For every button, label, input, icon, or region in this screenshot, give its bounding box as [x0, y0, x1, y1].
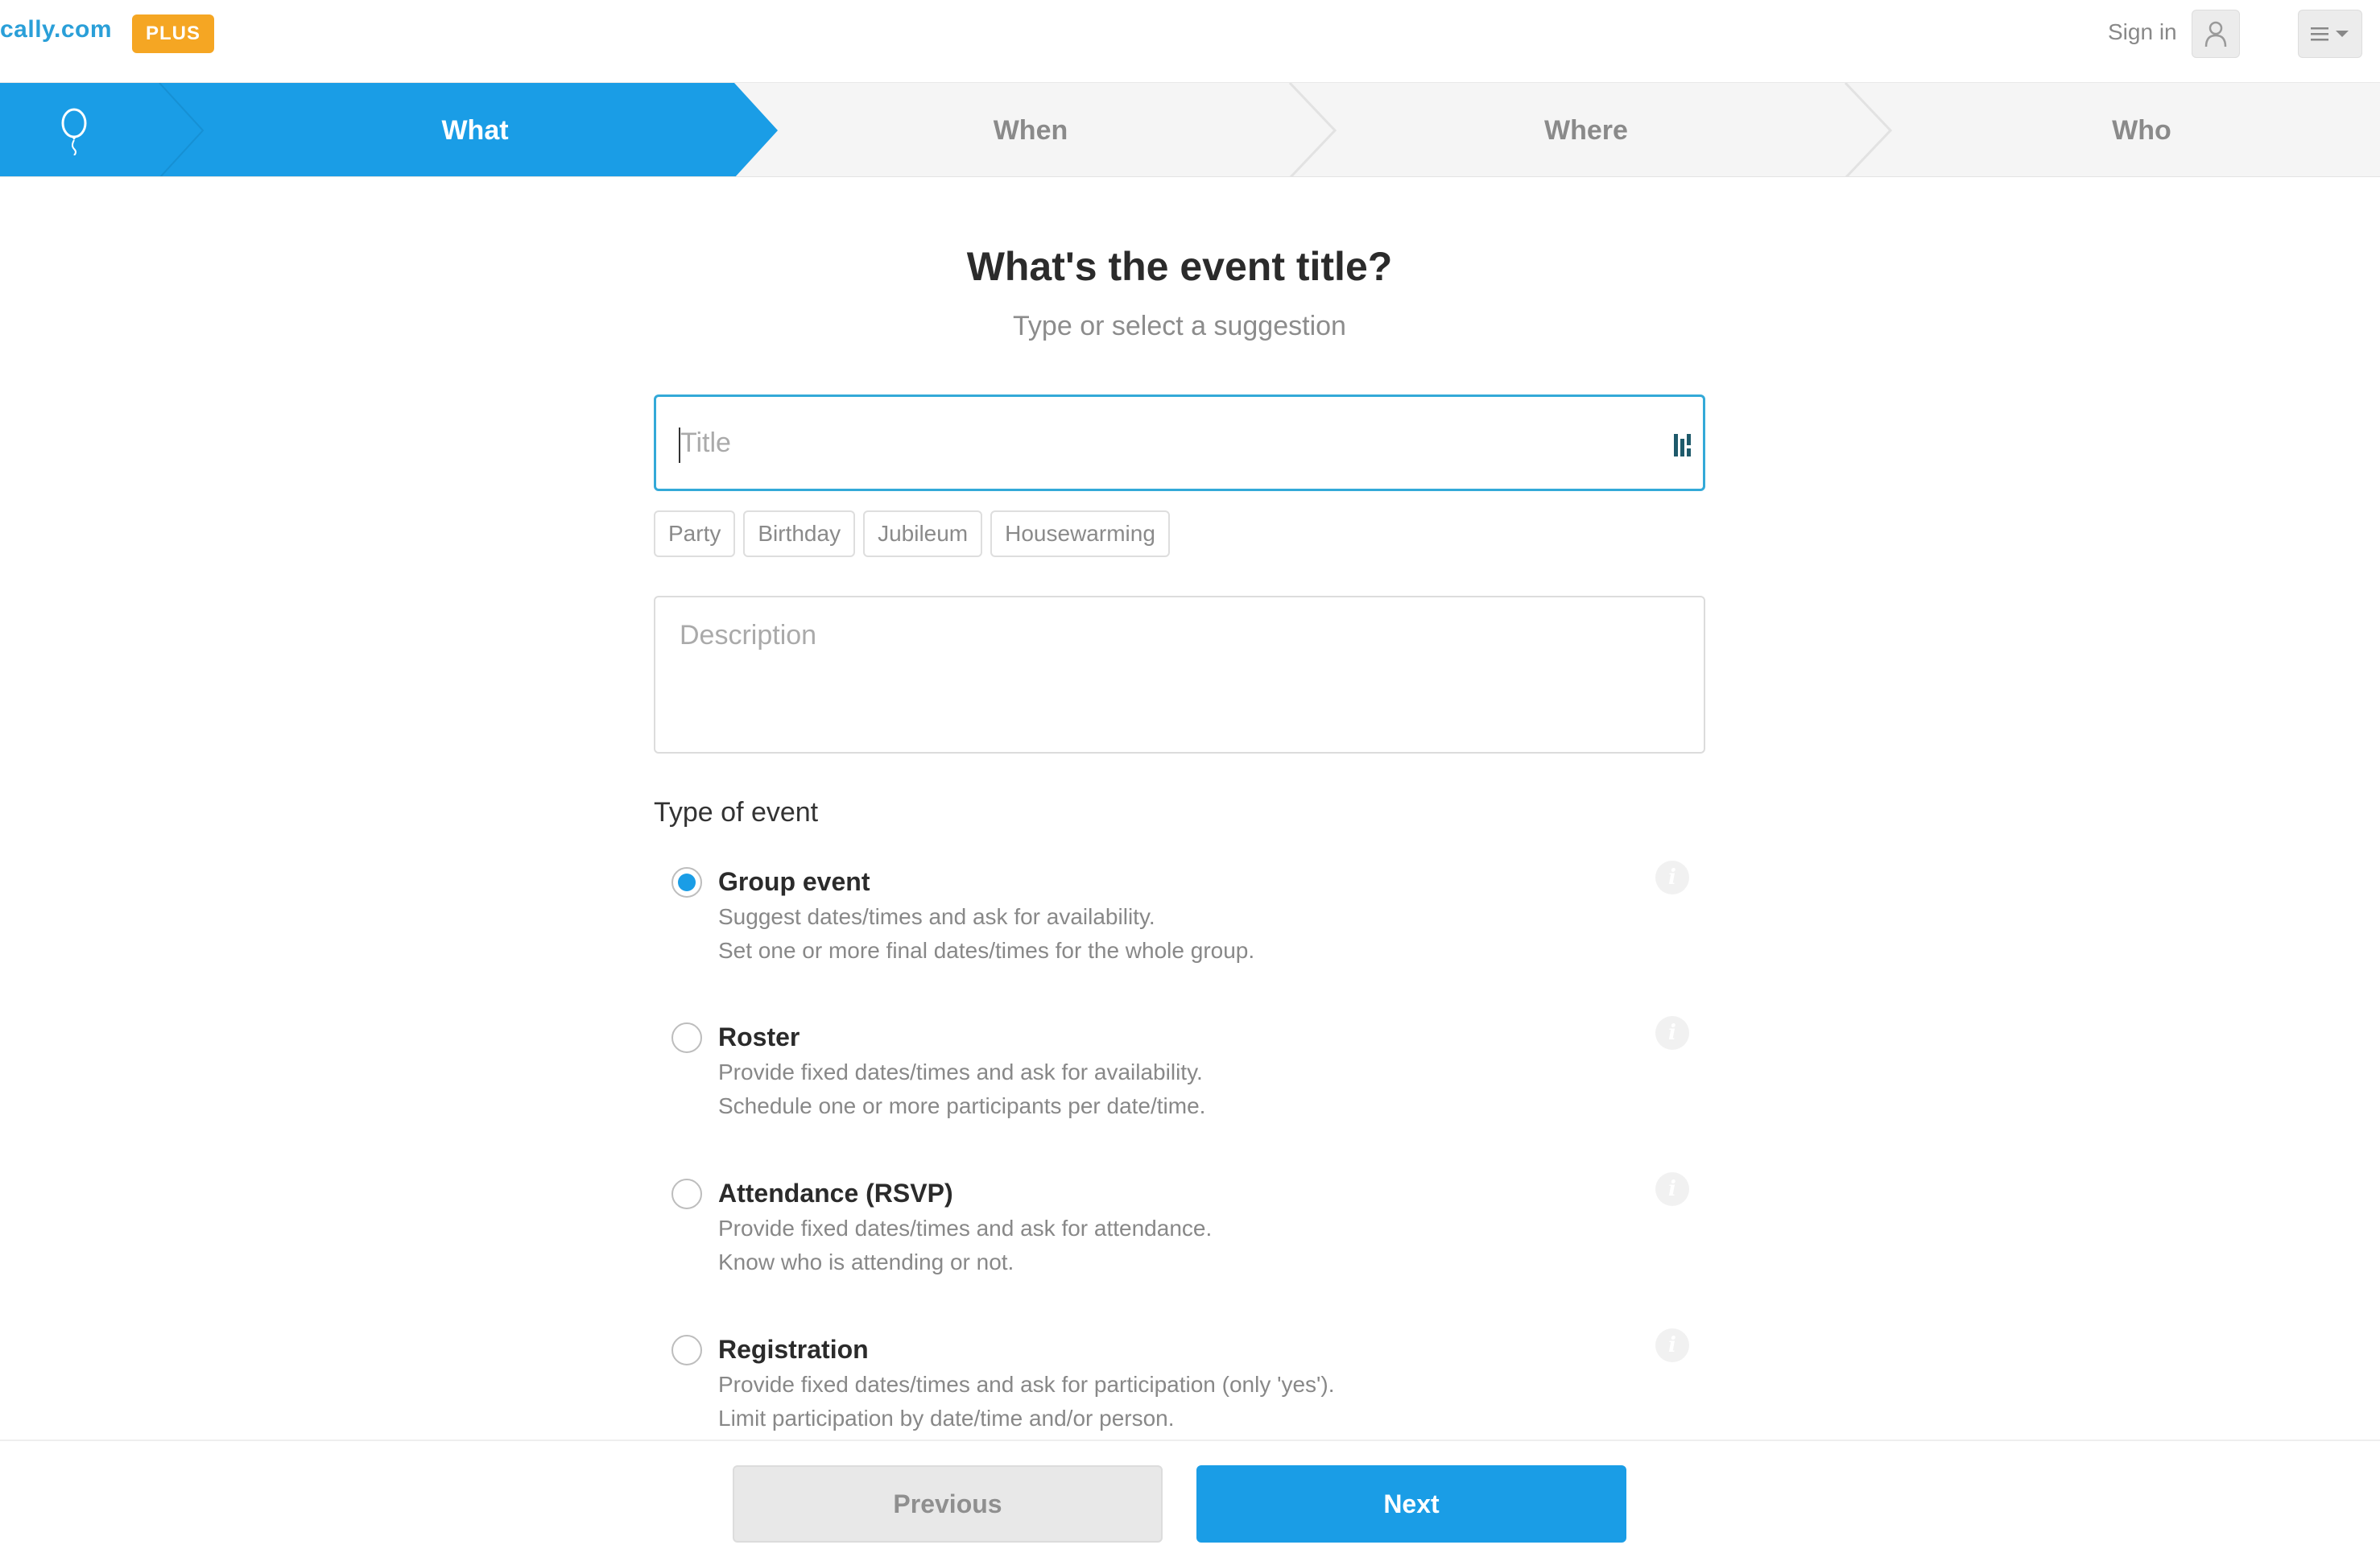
balloon-icon[interactable]	[56, 107, 92, 155]
title-placeholder: Title	[680, 428, 731, 458]
step-where-label: Where	[1544, 114, 1628, 146]
footer-nav: Previous Next	[0, 1440, 2380, 1549]
hamburger-icon	[2311, 27, 2328, 41]
radio-roster[interactable]	[671, 1022, 702, 1053]
option-description-line: Suggest dates/times and ask for availabi…	[718, 904, 1155, 929]
event-type-option-attendance[interactable]: Attendance (RSVP) Provide fixed dates/ti…	[654, 1172, 1705, 1316]
suggestion-chip-jubileum[interactable]: Jubileum	[863, 510, 983, 557]
step-separator	[159, 83, 205, 176]
radio-registration[interactable]	[671, 1335, 702, 1365]
suggestion-chip-party[interactable]: Party	[654, 510, 736, 557]
info-icon[interactable]: i	[1655, 1328, 1689, 1362]
page-title: What's the event title?	[966, 244, 1393, 289]
account-button[interactable]	[2192, 10, 2240, 58]
menu-button[interactable]	[2298, 10, 2362, 58]
option-description-line: Set one or more final dates/times for th…	[718, 938, 1255, 963]
step-who[interactable]: Who	[1900, 83, 2380, 176]
plus-badge[interactable]: PLUS	[132, 14, 214, 53]
option-description-line: Provide fixed dates/times and ask for pa…	[718, 1372, 1335, 1397]
brand-logo-text[interactable]: cally.com	[0, 16, 112, 43]
step-where[interactable]: Where	[1345, 83, 1828, 176]
step-what[interactable]: What	[233, 83, 717, 176]
radio-attendance[interactable]	[671, 1179, 702, 1209]
option-title[interactable]: Registration	[718, 1335, 869, 1365]
step-who-label: Who	[2112, 114, 2171, 146]
suggestion-chips: Party Birthday Jubileum Housewarming	[654, 510, 1170, 557]
next-button[interactable]: Next	[1196, 1465, 1626, 1543]
step-chevron	[1288, 83, 1337, 176]
title-input[interactable]: Title	[654, 394, 1705, 491]
top-header: cally.com PLUS Sign in	[0, 0, 2380, 81]
sign-in-link[interactable]: Sign in	[2108, 19, 2177, 45]
event-type-option-group[interactable]: Group event Suggest dates/times and ask …	[654, 861, 1705, 1004]
option-title[interactable]: Attendance (RSVP)	[718, 1179, 953, 1208]
wizard-steps: What When Where Who	[0, 82, 2380, 177]
radio-group-event[interactable]	[671, 867, 702, 898]
info-icon[interactable]: i	[1655, 1016, 1689, 1050]
info-icon[interactable]: i	[1655, 1172, 1689, 1206]
option-description-line: Provide fixed dates/times and ask for at…	[718, 1216, 1213, 1241]
password-manager-icon[interactable]	[1672, 431, 1696, 460]
option-description-line: Schedule one or more participants per da…	[718, 1093, 1206, 1118]
step-what-label: What	[441, 114, 509, 146]
option-title[interactable]: Roster	[718, 1022, 800, 1052]
option-title[interactable]: Group event	[718, 867, 870, 897]
option-description-line: Limit participation by date/time and/or …	[718, 1406, 1175, 1431]
info-icon[interactable]: i	[1655, 861, 1689, 894]
previous-button[interactable]: Previous	[733, 1465, 1163, 1543]
option-description-line: Know who is attending or not.	[718, 1250, 1014, 1274]
description-input[interactable]: Description	[654, 596, 1705, 754]
step-when-label: When	[993, 114, 1068, 146]
step-when[interactable]: When	[789, 83, 1272, 176]
suggestion-chip-housewarming[interactable]: Housewarming	[990, 510, 1170, 557]
event-type-option-roster[interactable]: Roster Provide fixed dates/times and ask…	[654, 1016, 1705, 1159]
caret-down-icon	[2336, 31, 2349, 37]
suggestion-chip-birthday[interactable]: Birthday	[743, 510, 856, 557]
user-icon	[2204, 21, 2227, 48]
event-type-heading: Type of event	[654, 797, 819, 828]
page-subtitle: Type or select a suggestion	[1013, 311, 1346, 341]
description-placeholder: Description	[680, 620, 817, 651]
option-description-line: Provide fixed dates/times and ask for av…	[718, 1060, 1203, 1084]
step-chevron	[1844, 83, 1892, 176]
